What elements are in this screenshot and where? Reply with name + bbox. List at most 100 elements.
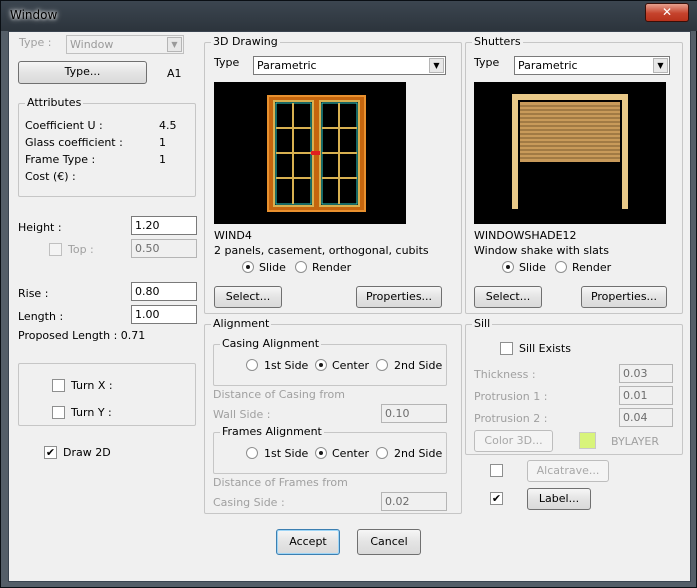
turn-x-label: Turn X : [71,379,113,392]
sill-protrusion1-label: Protrusion 1 : [474,390,548,403]
label-checkbox[interactable]: ✔ [490,492,503,505]
casing-distance-field[interactable]: 0.10 [381,404,447,423]
window-title: Window [10,8,58,22]
shutters-type-value: Parametric [518,59,578,72]
accept-button[interactable]: Accept [276,529,340,555]
sill-protrusion1-field[interactable]: 0.01 [619,386,673,405]
shutters-select-button[interactable]: Select... [474,286,542,308]
frames-alignment-title: Frames Alignment [220,425,324,438]
sill-color-swatch [579,432,596,449]
drawing-render-label: Render [312,261,352,274]
type-select: Window ▼ [66,35,184,54]
cost-label: Cost (€) : [25,170,76,183]
shutters-render-radio[interactable] [555,261,567,273]
sill-exists-checkbox[interactable] [500,342,513,355]
sill-thickness-field[interactable]: 0.03 [619,364,673,383]
turn-y-checkbox[interactable] [52,406,65,419]
drawing-3d-title: 3D Drawing [211,35,280,48]
sill-protrusion2-field[interactable]: 0.04 [619,408,673,427]
type-select-value: Window [70,38,114,51]
coefficient-u-value: 4.5 [159,119,177,132]
window-preview [214,82,406,224]
sill-protrusion2-label: Protrusion 2 : [474,412,548,425]
drawing-slide-label: Slide [259,261,286,274]
turn-x-checkbox[interactable] [52,379,65,392]
cancel-button[interactable]: Cancel [357,529,421,555]
height-field[interactable]: 1.20 [131,216,197,235]
type-button[interactable]: Type... [18,61,147,84]
glass-coefficient-value: 1 [159,136,166,149]
length-label: Length : [18,310,64,323]
sill-exists-label: Sill Exists [519,342,571,355]
shutters-type-label: Type [474,56,500,69]
length-field[interactable]: 1.00 [131,305,197,324]
type-code: A1 [167,67,182,80]
proposed-length: Proposed Length : 0.71 [18,329,146,342]
top-label: Top : [68,243,94,256]
shutters-type-select[interactable]: Parametric ▼ [514,56,670,75]
draw-2d-checkbox[interactable]: ✔ [44,446,57,459]
close-button[interactable]: ✕ [645,3,689,22]
type-label: Type : [19,36,52,49]
drawing-slide-radio[interactable] [242,261,254,273]
chevron-down-icon: ▼ [653,58,668,73]
alignment-title: Alignment [211,317,272,330]
draw-2d-label: Draw 2D [63,446,111,459]
top-field[interactable]: 0.50 [131,239,197,258]
window-preview-image [267,95,366,212]
frame-type-label: Frame Type : [25,153,96,166]
chevron-down-icon: ▼ [167,37,182,52]
top-checkbox[interactable] [49,243,62,256]
drawing-properties-button[interactable]: Properties... [356,286,442,308]
shutters-render-label: Render [572,261,612,274]
dialog-client: Type : Window ▼ Type... A1 Attributes Co… [8,31,691,582]
shutter-preview [474,82,666,224]
sill-thickness-label: Thickness : [474,368,536,381]
shutters-properties-button[interactable]: Properties... [581,286,667,308]
frames-center-radio[interactable] [315,447,327,459]
sill-color-3d-button[interactable]: Color 3D... [474,430,553,452]
height-label: Height : [18,221,62,234]
shutters-slide-radio[interactable] [502,261,514,273]
attributes-title: Attributes [25,96,84,109]
casing-first-side-label: 1st Side [264,359,309,372]
rise-label: Rise : [18,287,49,300]
drawing-type-select[interactable]: Parametric ▼ [253,56,446,75]
turn-y-label: Turn Y : [71,406,112,419]
casing-wall-side-label: Wall Side : [213,408,271,421]
drawing-type-label: Type [214,56,240,69]
casing-distance-label: Distance of Casing from [213,388,345,401]
drawing-render-radio[interactable] [295,261,307,273]
alcatrave-checkbox[interactable] [490,464,503,477]
sill-title: Sill [472,317,493,330]
frames-first-side-radio[interactable] [246,447,258,459]
label-button[interactable]: Label... [527,488,591,510]
coefficient-u-label: Coefficient U : [25,119,103,132]
casing-center-label: Center [332,359,370,372]
drawing-type-value: Parametric [257,59,317,72]
alcatrave-button[interactable]: Alcatrave... [527,460,609,482]
shutters-model-name: WINDOWSHADE12 [474,229,577,242]
casing-second-side-radio[interactable] [376,359,388,371]
casing-center-radio[interactable] [315,359,327,371]
sill-color-name: BYLAYER [611,435,660,448]
frames-first-side-label: 1st Side [264,447,309,460]
casing-first-side-radio[interactable] [246,359,258,371]
rise-field[interactable]: 0.80 [131,282,197,301]
title-bar[interactable]: Window ✕ [1,1,697,31]
frames-center-label: Center [332,447,370,460]
shutter-preview-image [512,94,628,209]
frame-type-value: 1 [159,153,166,166]
drawing-model-name: WIND4 [214,229,252,242]
frames-second-side-label: 2nd Side [394,447,443,460]
shutters-title: Shutters [472,35,523,48]
shutters-slide-label: Slide [519,261,546,274]
casing-second-side-label: 2nd Side [394,359,443,372]
casing-alignment-title: Casing Alignment [220,337,322,350]
frames-second-side-radio[interactable] [376,447,388,459]
drawing-select-button[interactable]: Select... [214,286,282,308]
glass-coefficient-label: Glass coefficient : [25,136,123,149]
frames-distance-field[interactable]: 0.02 [381,492,447,511]
window-dialog: Window ✕ Type : Window ▼ Type... A1 Attr… [0,0,697,588]
frames-casing-side-label: Casing Side : [213,496,285,509]
